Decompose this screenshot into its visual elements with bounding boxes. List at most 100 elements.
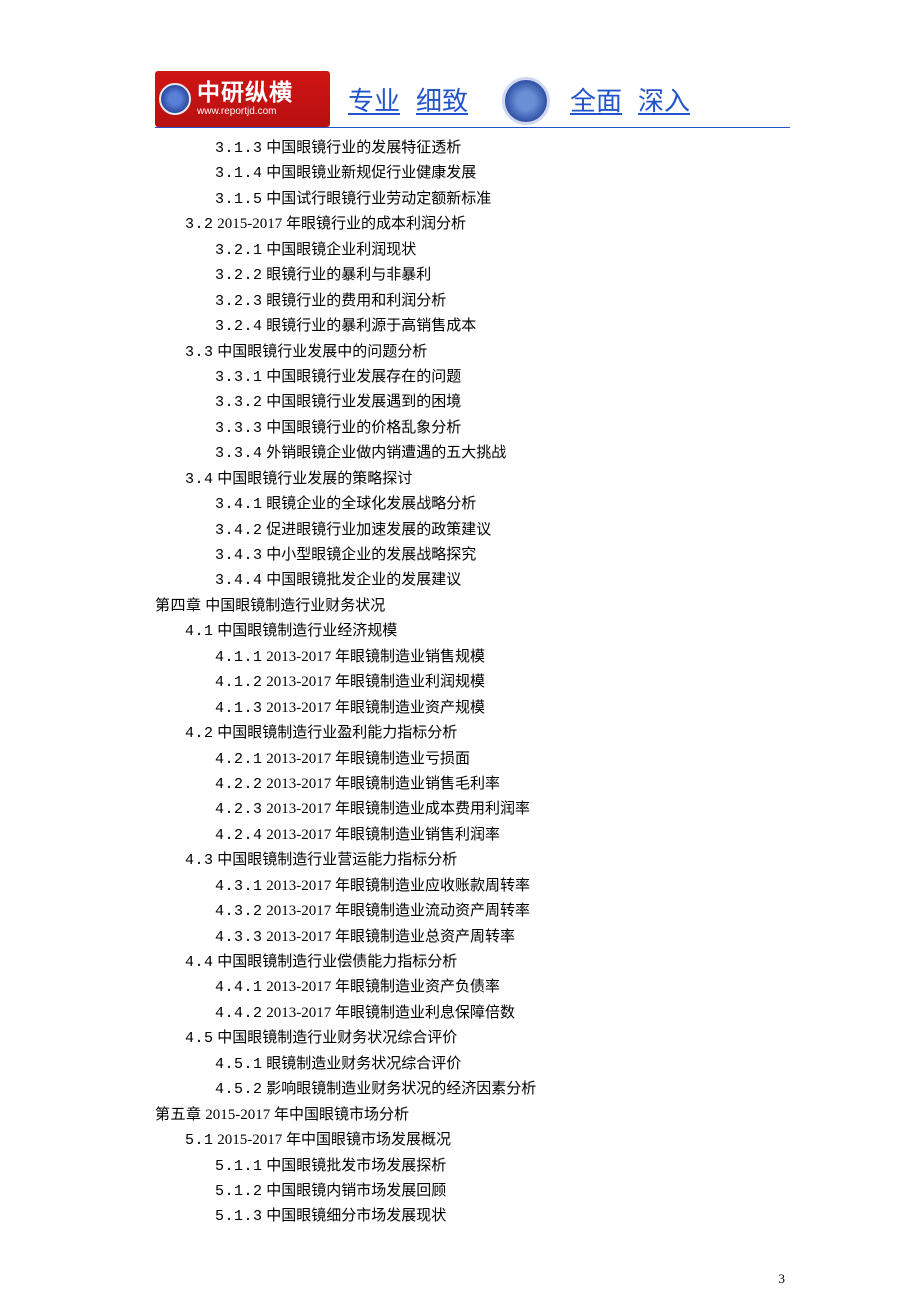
toc-title: 中国眼镜行业发展存在的问题 xyxy=(263,369,462,385)
toc-entry: 3.2.4 眼镜行业的暴利源于高销售成本 xyxy=(155,314,790,339)
toc-title: 2015-2017 年中国眼镜市场发展概况 xyxy=(214,1132,452,1148)
toc-entry: 4.2.4 2013-2017 年眼镜制造业销售利润率 xyxy=(155,823,790,848)
logo-text: 中研纵横 www.reportjd.com xyxy=(197,81,293,117)
logo: 中研纵横 www.reportjd.com xyxy=(155,71,330,127)
table-of-contents: 3.1.3 中国眼镜行业的发展特征透析3.1.4 中国眼镜业新规促行业健康发展3… xyxy=(155,136,790,1230)
toc-entry: 4.3.1 2013-2017 年眼镜制造业应收账款周转率 xyxy=(155,874,790,899)
tagline-word: 深入 xyxy=(638,81,690,118)
toc-entry: 3.2.1 中国眼镜企业利润现状 xyxy=(155,238,790,263)
toc-number: 3.3.3 xyxy=(215,420,263,437)
toc-title: 中国眼镜内销市场发展回顾 xyxy=(263,1183,447,1199)
toc-entry: 3.4.2 促进眼镜行业加速发展的政策建议 xyxy=(155,518,790,543)
toc-title: 中国眼镜制造行业经济规模 xyxy=(214,623,398,639)
toc-number: 4.2.2 xyxy=(215,776,263,793)
toc-title: 中国眼镜行业的发展特征透析 xyxy=(263,140,462,156)
toc-number: 4.4 xyxy=(185,954,214,971)
toc-number: 4.1.3 xyxy=(215,700,263,717)
toc-entry: 3.3.1 中国眼镜行业发展存在的问题 xyxy=(155,365,790,390)
toc-title: 2013-2017 年眼镜制造业资产规模 xyxy=(263,700,486,716)
toc-number: 3.4.1 xyxy=(215,496,263,513)
toc-entry: 3.4.3 中小型眼镜企业的发展战略探究 xyxy=(155,543,790,568)
toc-number: 4.1.1 xyxy=(215,649,263,666)
toc-number: 3.3.2 xyxy=(215,394,263,411)
toc-title: 2013-2017 年眼镜制造业销售毛利率 xyxy=(263,776,501,792)
tagline-word: 全面 xyxy=(570,81,622,118)
toc-number: 3.4.2 xyxy=(215,522,263,539)
toc-entry: 4.3.2 2013-2017 年眼镜制造业流动资产周转率 xyxy=(155,899,790,924)
toc-title: 眼镜行业的暴利源于高销售成本 xyxy=(263,318,477,334)
toc-title: 中国眼镜批发企业的发展建议 xyxy=(263,572,462,588)
toc-number: 4.2.3 xyxy=(215,801,263,818)
toc-entry: 3.3.2 中国眼镜行业发展遇到的困境 xyxy=(155,390,790,415)
toc-entry: 3.2 2015-2017 年眼镜行业的成本利润分析 xyxy=(155,212,790,237)
toc-entry: 3.2.3 眼镜行业的费用和利润分析 xyxy=(155,289,790,314)
toc-number: 4.2.1 xyxy=(215,751,263,768)
toc-number: 3.4.4 xyxy=(215,572,263,589)
toc-entry: 4.5.2 影响眼镜制造业财务状况的经济因素分析 xyxy=(155,1077,790,1102)
page-header: 中研纵横 www.reportjd.com 专业 细致 全面 深入 xyxy=(155,63,790,128)
toc-title: 眼镜行业的暴利与非暴利 xyxy=(263,267,432,283)
toc-title: 2013-2017 年眼镜制造业亏损面 xyxy=(263,751,471,767)
seal-icon xyxy=(502,77,550,125)
toc-number: 4.3.2 xyxy=(215,903,263,920)
page-number: 3 xyxy=(779,1271,786,1287)
toc-number: 3.2 xyxy=(185,216,214,233)
toc-entry: 4.1.2 2013-2017 年眼镜制造业利润规模 xyxy=(155,670,790,695)
toc-entry: 4.3 中国眼镜制造行业营运能力指标分析 xyxy=(155,848,790,873)
toc-number: 3.3.4 xyxy=(215,445,263,462)
toc-title: 2013-2017 年眼镜制造业销售利润率 xyxy=(263,827,501,843)
toc-title: 眼镜行业的费用和利润分析 xyxy=(263,293,447,309)
toc-title: 中国眼镜制造行业偿债能力指标分析 xyxy=(214,954,458,970)
toc-title: 中国眼镜制造行业财务状况 xyxy=(202,598,386,614)
toc-number: 3.2.2 xyxy=(215,267,263,284)
toc-number: 4.3.1 xyxy=(215,878,263,895)
toc-entry: 5.1 2015-2017 年中国眼镜市场发展概况 xyxy=(155,1128,790,1153)
toc-number: 4.5.2 xyxy=(215,1081,263,1098)
toc-entry: 4.1 中国眼镜制造行业经济规模 xyxy=(155,619,790,644)
toc-title: 外销眼镜企业做内销遭遇的五大挑战 xyxy=(263,445,507,461)
toc-number: 4.5.1 xyxy=(215,1056,263,1073)
toc-entry: 3.3 中国眼镜行业发展中的问题分析 xyxy=(155,340,790,365)
toc-number: 3.3 xyxy=(185,344,214,361)
toc-entry: 3.2.2 眼镜行业的暴利与非暴利 xyxy=(155,263,790,288)
toc-number: 4.3 xyxy=(185,852,214,869)
toc-entry: 4.3.3 2013-2017 年眼镜制造业总资产周转率 xyxy=(155,925,790,950)
toc-entry: 3.3.4 外销眼镜企业做内销遭遇的五大挑战 xyxy=(155,441,790,466)
toc-number: 3.2.1 xyxy=(215,242,263,259)
toc-entry: 5.1.1 中国眼镜批发市场发展探析 xyxy=(155,1154,790,1179)
toc-entry: 4.1.1 2013-2017 年眼镜制造业销售规模 xyxy=(155,645,790,670)
toc-entry: 第五章 2015-2017 年中国眼镜市场分析 xyxy=(155,1103,790,1128)
toc-entry: 4.5 中国眼镜制造行业财务状况综合评价 xyxy=(155,1026,790,1051)
toc-entry: 3.4 中国眼镜行业发展的策略探讨 xyxy=(155,467,790,492)
logo-seal-icon xyxy=(159,83,191,115)
toc-title: 2013-2017 年眼镜制造业成本费用利润率 xyxy=(263,801,531,817)
toc-number: 4.1.2 xyxy=(215,674,263,691)
toc-title: 2013-2017 年眼镜制造业总资产周转率 xyxy=(263,929,516,945)
toc-entry: 3.1.5 中国试行眼镜行业劳动定额新标准 xyxy=(155,187,790,212)
toc-entry: 3.4.4 中国眼镜批发企业的发展建议 xyxy=(155,568,790,593)
toc-title: 中国眼镜行业发展的策略探讨 xyxy=(214,471,413,487)
toc-title: 中国眼镜行业发展中的问题分析 xyxy=(214,344,428,360)
toc-entry: 4.4.2 2013-2017 年眼镜制造业利息保障倍数 xyxy=(155,1001,790,1026)
toc-title: 2015-2017 年中国眼镜市场分析 xyxy=(202,1107,410,1123)
header-tagline: 专业 细致 全面 深入 xyxy=(348,77,690,125)
toc-title: 中国眼镜行业发展遇到的困境 xyxy=(263,394,462,410)
toc-entry: 3.1.4 中国眼镜业新规促行业健康发展 xyxy=(155,161,790,186)
tagline-word: 专业 xyxy=(348,81,400,118)
toc-entry: 3.4.1 眼镜企业的全球化发展战略分析 xyxy=(155,492,790,517)
toc-title: 中国眼镜细分市场发展现状 xyxy=(263,1208,447,1224)
toc-entry: 4.2.2 2013-2017 年眼镜制造业销售毛利率 xyxy=(155,772,790,797)
toc-number: 4.4.2 xyxy=(215,1005,263,1022)
toc-number: 5.1 xyxy=(185,1132,214,1149)
toc-title: 2013-2017 年眼镜制造业销售规模 xyxy=(263,649,486,665)
toc-number: 3.1.3 xyxy=(215,140,263,157)
toc-title: 中国眼镜批发市场发展探析 xyxy=(263,1158,447,1174)
toc-number: 3.2.3 xyxy=(215,293,263,310)
toc-number: 4.1 xyxy=(185,623,214,640)
toc-number: 第四章 xyxy=(155,598,202,615)
toc-title: 2015-2017 年眼镜行业的成本利润分析 xyxy=(214,216,467,232)
tagline-word: 细致 xyxy=(416,81,468,118)
toc-number: 4.5 xyxy=(185,1030,214,1047)
toc-number: 第五章 xyxy=(155,1107,202,1124)
toc-title: 眼镜制造业财务状况综合评价 xyxy=(263,1056,462,1072)
